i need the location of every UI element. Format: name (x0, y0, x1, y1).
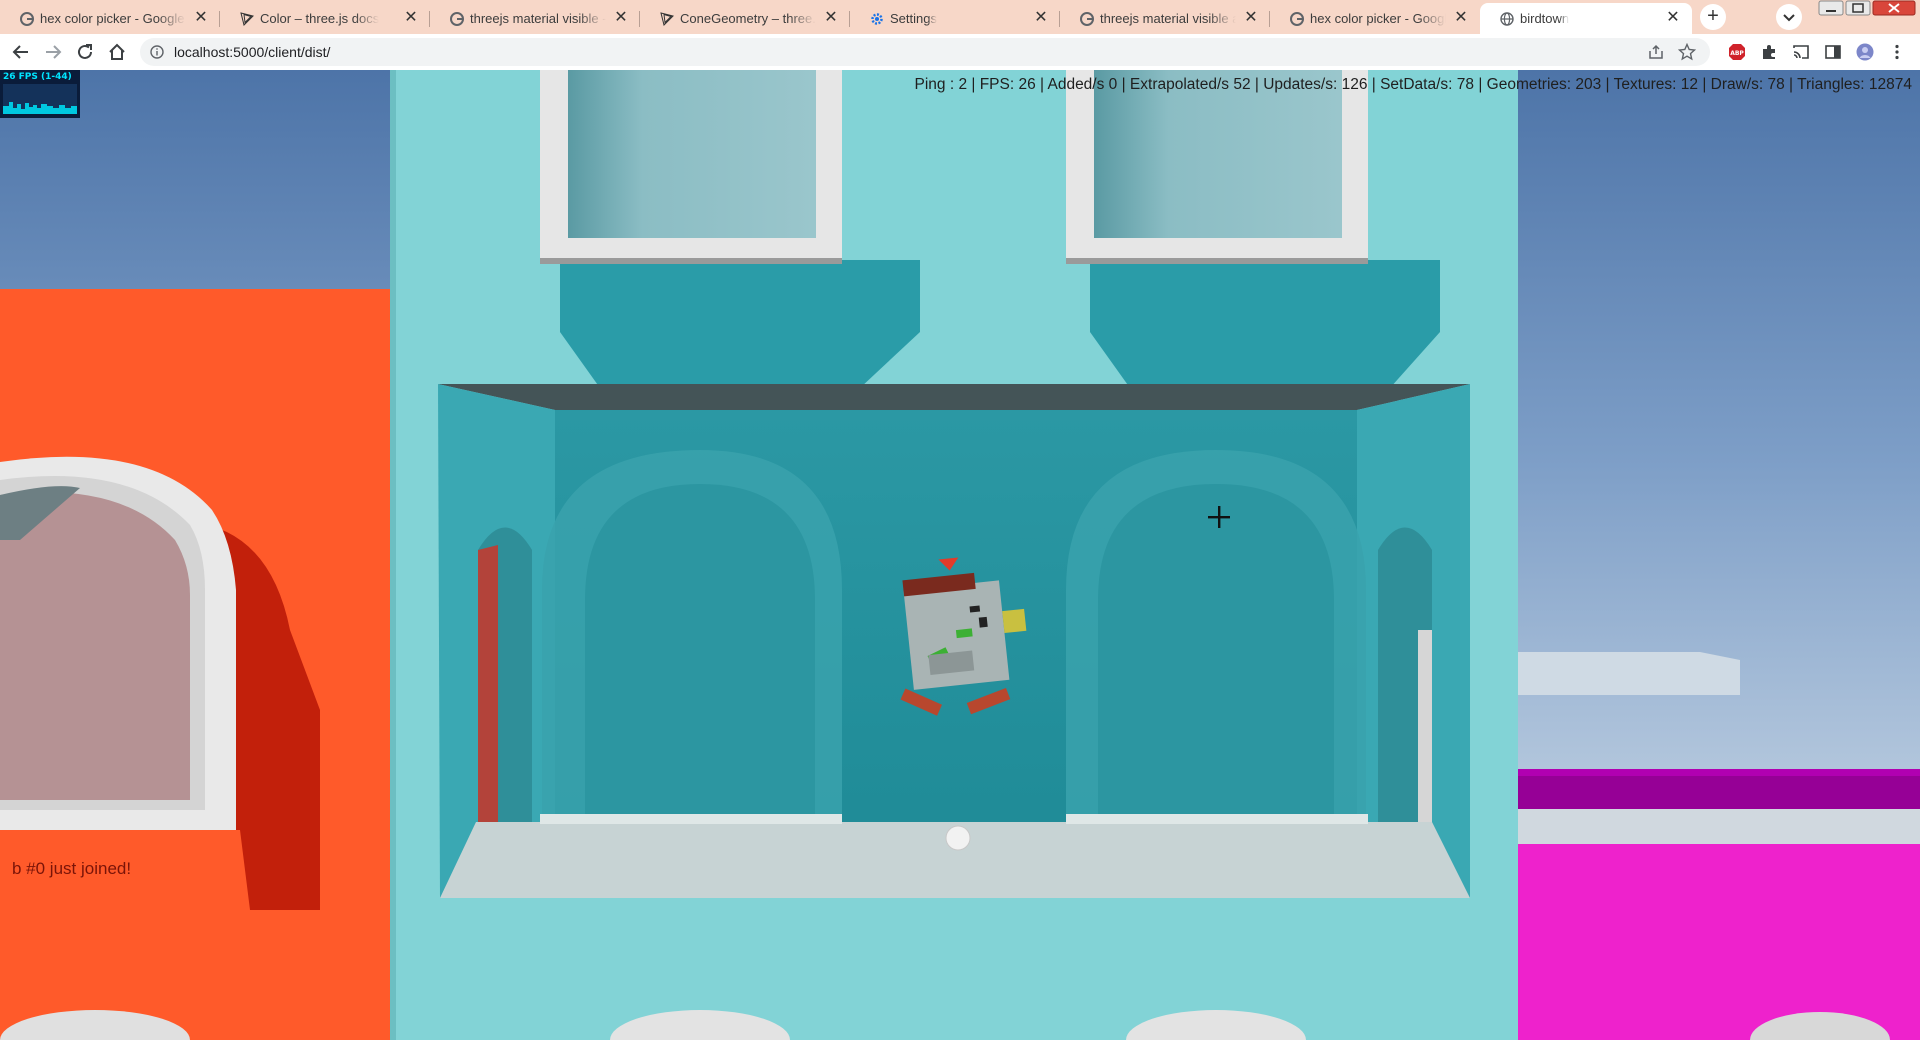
maximize-icon (1845, 0, 1871, 16)
tab-close-icon[interactable]: ✕ (1242, 9, 1260, 27)
url-text[interactable]: localhost:5000/client/dist/ (174, 44, 330, 60)
back-button[interactable] (10, 41, 32, 63)
kebab-menu-icon[interactable] (1888, 43, 1906, 61)
tab-conegeometry-docs[interactable]: ConeGeometry – three.js docs ✕ (640, 3, 850, 34)
adblock-plus-icon[interactable]: ABP (1728, 43, 1746, 61)
address-bar[interactable]: localhost:5000/client/dist/ (140, 38, 1710, 66)
tab-label: ConeGeometry – three.js docs (680, 11, 816, 26)
gear-icon (871, 13, 883, 25)
google-icon (1290, 12, 1304, 26)
fps-stats-panel[interactable]: 26 FPS (1-44) (0, 70, 80, 118)
share-icon[interactable] (1648, 44, 1664, 60)
crosshair-icon (1208, 506, 1230, 528)
arrow-right-icon (46, 45, 62, 59)
reload-icon (78, 44, 92, 59)
svg-text:ABP: ABP (1730, 50, 1744, 57)
chat-message: b #0 just joined! (12, 859, 132, 878)
arrow-left-icon (12, 45, 28, 59)
tab-close-icon[interactable]: ✕ (402, 9, 420, 27)
maximize-button[interactable] (1845, 0, 1871, 20)
tab-label: threejs material visible - Google Search (470, 11, 606, 26)
tab-birdtown[interactable]: birdtown ✕ (1480, 3, 1692, 34)
tab-close-icon[interactable]: ✕ (1664, 9, 1682, 27)
reload-button[interactable] (74, 41, 96, 63)
tab-label: threejs material visible affects (1100, 11, 1236, 26)
threejs-icon (240, 12, 254, 26)
new-tab-button[interactable]: + (1700, 4, 1726, 30)
home-icon (109, 43, 125, 60)
network-stats-hud: Ping : 2 | FPS: 26 | Added/s 0 | Extrapo… (914, 76, 1913, 93)
tab-search-button[interactable] (1776, 4, 1802, 30)
orange-building (0, 289, 395, 1040)
close-icon (1872, 0, 1916, 16)
tab-label: hex color picker - Google Search (40, 11, 186, 26)
threejs-icon (660, 12, 674, 26)
cast-icon[interactable] (1792, 43, 1810, 61)
globe-icon (1500, 12, 1514, 26)
tab-close-icon[interactable]: ✕ (192, 9, 210, 27)
tab-label: Color – three.js docs (260, 11, 380, 26)
tab-label: hex color picker - Google Search (1310, 11, 1446, 26)
tab-strip: hex color picker - Google Search ✕ Color… (0, 0, 1920, 34)
tab-settings[interactable]: Settings ✕ (850, 3, 1060, 34)
tab-close-icon[interactable]: ✕ (1452, 9, 1470, 27)
google-icon (1080, 12, 1094, 26)
fps-graph (3, 84, 77, 114)
home-button[interactable] (106, 41, 128, 63)
chevron-down-icon (1783, 14, 1795, 22)
google-icon (20, 12, 34, 26)
close-window-button[interactable] (1872, 0, 1916, 20)
extensions-puzzle-icon[interactable] (1760, 43, 1778, 61)
browser-toolbar: localhost:5000/client/dist/ ABP (0, 34, 1920, 71)
tab-label: Settings (890, 11, 937, 26)
google-icon (450, 12, 464, 26)
tab-hex-color-picker-2[interactable]: hex color picker - Google Search ✕ (1270, 3, 1480, 34)
bookmark-star-icon[interactable] (1678, 43, 1696, 61)
tab-threejs-material-visible[interactable]: threejs material visible - Google Search… (430, 3, 640, 34)
tab-label: birdtown (1520, 11, 1570, 26)
info-icon[interactable] (150, 45, 164, 59)
avatar[interactable] (1856, 43, 1874, 61)
tab-hex-color-picker-1[interactable]: hex color picker - Google Search ✕ (0, 3, 220, 34)
tab-color-threejs-docs[interactable]: Color – three.js docs ✕ (220, 3, 430, 34)
tab-close-icon[interactable]: ✕ (612, 9, 630, 27)
minimize-icon (1818, 0, 1844, 16)
tab-close-icon[interactable]: ✕ (822, 9, 840, 27)
tab-threejs-material-visible-affects[interactable]: threejs material visible affects ✕ (1060, 3, 1270, 34)
minimize-button[interactable] (1818, 0, 1844, 20)
tab-close-icon[interactable]: ✕ (1032, 9, 1050, 27)
fps-label: 26 FPS (1-44) (3, 72, 72, 82)
forward-button[interactable] (42, 41, 64, 63)
game-canvas[interactable]: 26 FPS (1-44) Ping : 2 | FPS: 26 | Added… (0, 70, 1920, 1040)
side-panel-icon[interactable] (1824, 43, 1842, 61)
game-scene (0, 70, 1920, 1040)
